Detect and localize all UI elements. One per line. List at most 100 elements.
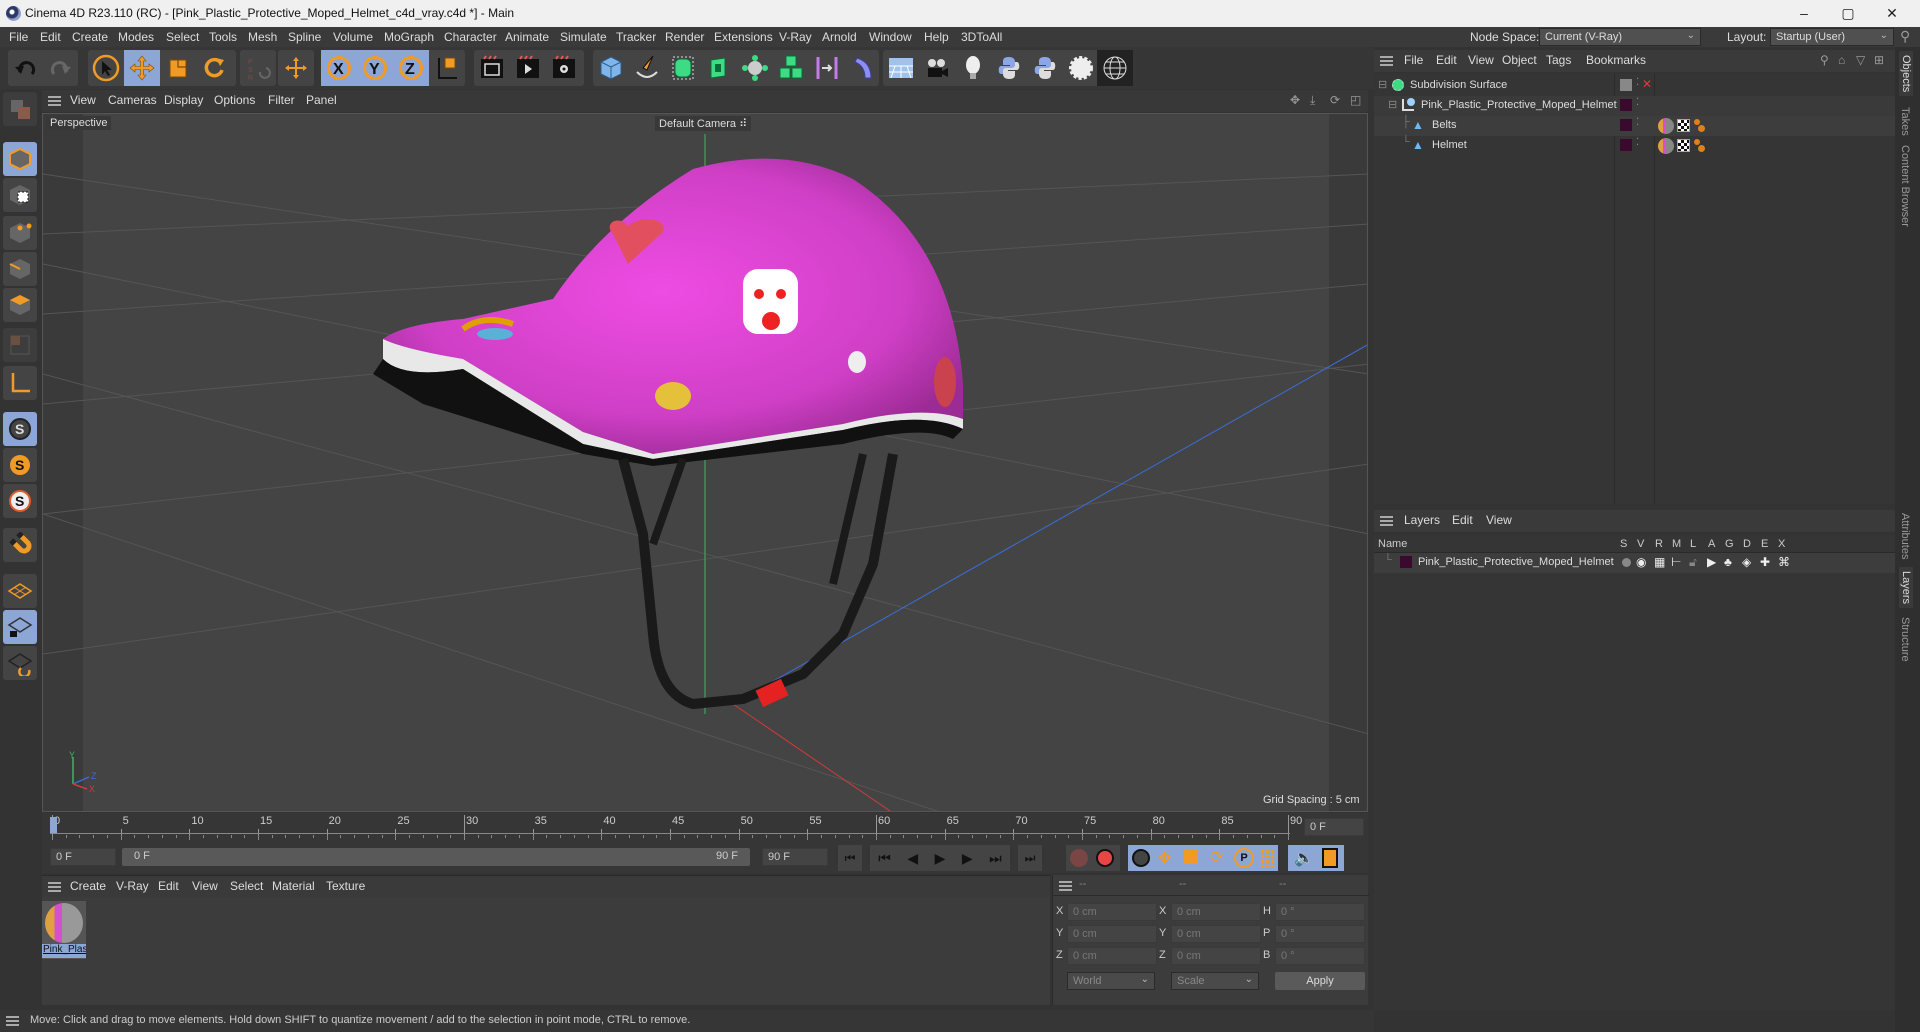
edit-toggle-icon[interactable] <box>1620 79 1632 91</box>
layers-menu-icon[interactable] <box>1380 516 1393 526</box>
lock-icon[interactable]: 🔓︎ <box>1689 555 1697 570</box>
3d-viewport[interactable]: Perspective Default Camera ⠾ Grid Spacin… <box>42 113 1368 812</box>
search-icon[interactable]: ⚲ <box>1900 28 1910 45</box>
material-menu-texture[interactable]: Texture <box>326 879 365 893</box>
texture-mode-button[interactable] <box>3 178 37 212</box>
layer-color-swatch[interactable] <box>1620 139 1632 151</box>
tree-row-helmet-group[interactable]: ⊟ Pink_Plastic_Protective_Moped_Helmet ⁚ <box>1374 96 1895 116</box>
material-tag-icon[interactable] <box>1658 118 1674 134</box>
pen-button[interactable] <box>629 50 665 86</box>
xref-icon[interactable]: ⌘ <box>1778 555 1790 569</box>
material-name[interactable]: Pink_Plas <box>42 944 86 958</box>
solo-hierarchy-button[interactable]: S <box>3 484 37 518</box>
layer-color-swatch[interactable] <box>1620 119 1632 131</box>
axis-mode-button[interactable] <box>3 366 37 400</box>
python-button-2[interactable] <box>1027 50 1063 86</box>
pos-z-field[interactable]: 0 cm <box>1067 947 1157 965</box>
subdivision-surface-button[interactable] <box>665 50 701 86</box>
mograph-array-button[interactable] <box>773 50 809 86</box>
key-scale-button[interactable] <box>1184 850 1198 864</box>
menu-mesh[interactable]: Mesh <box>248 30 277 44</box>
play-button[interactable]: ▶ <box>935 850 946 867</box>
close-button[interactable]: ✕ <box>1872 3 1912 25</box>
viewport-menu-options[interactable]: Options <box>214 93 255 107</box>
floor-button[interactable] <box>883 50 919 86</box>
cloner-button[interactable] <box>737 50 773 86</box>
tab-attributes[interactable]: Attributes <box>1899 513 1911 559</box>
light-button[interactable] <box>955 50 991 86</box>
collapse-toggle-icon[interactable]: ⊟ <box>1378 78 1387 91</box>
column-xrefs[interactable]: X <box>1778 538 1785 550</box>
tree-row-belts[interactable]: ├ ▲ Belts ⁚ <box>1374 116 1895 136</box>
pos-y-field[interactable]: 0 cm <box>1067 925 1157 943</box>
workplane-button[interactable] <box>3 574 37 608</box>
frame-range-slider[interactable]: 0 F 90 F <box>122 848 750 866</box>
menu-mograph[interactable]: MoGraph <box>384 30 434 44</box>
snap-button[interactable] <box>3 528 37 562</box>
tree-row-helmet[interactable]: └ ▲ Helmet ⁚ <box>1374 136 1895 156</box>
menu-tools[interactable]: Tools <box>209 30 237 44</box>
node-space-dropdown[interactable]: Current (V-Ray) ⌄ <box>1539 28 1701 46</box>
key-parameter-button[interactable]: P <box>1234 848 1254 868</box>
end-frame-field[interactable]: 90 F <box>762 848 828 866</box>
tab-takes[interactable]: Takes <box>1899 107 1911 136</box>
previous-key-button[interactable]: ⏮ <box>878 850 891 867</box>
expression-python-icon[interactable]: ✚ <box>1760 555 1770 569</box>
go-to-start-button[interactable]: ⏮ <box>838 845 862 871</box>
record-keys-button[interactable] <box>1070 849 1088 867</box>
column-render[interactable]: R <box>1655 538 1663 550</box>
start-frame-field[interactable]: 0 F <box>50 848 116 866</box>
objects-search-icon[interactable]: ⚲ <box>1820 53 1829 67</box>
material-tag-icon[interactable] <box>1658 138 1674 154</box>
rotate-tool-button[interactable] <box>196 50 232 86</box>
viewport-menu-panel[interactable]: Panel <box>306 93 337 107</box>
rot-h-field[interactable]: 0 ° <box>1275 903 1365 921</box>
objects-menu-bookmarks[interactable]: Bookmarks <box>1586 53 1646 67</box>
planar-workplane-button[interactable] <box>3 646 37 680</box>
edges-mode-button[interactable] <box>3 252 37 286</box>
layout-dropdown[interactable]: Startup (User) ⌄ <box>1770 28 1894 46</box>
key-mode-button[interactable] <box>1132 849 1150 867</box>
menu-vray[interactable]: V-Ray <box>779 30 812 44</box>
lock-workplane-button[interactable] <box>3 610 37 644</box>
scale-tool-button[interactable] <box>160 50 196 86</box>
tab-structure[interactable]: Structure <box>1899 617 1911 662</box>
status-menu-icon[interactable] <box>6 1016 19 1026</box>
live-selection-button[interactable] <box>88 50 124 86</box>
rot-b-field[interactable]: 0 ° <box>1275 947 1365 965</box>
generator-icon[interactable]: ♣ <box>1724 555 1732 569</box>
rotate-view-icon[interactable]: ⟳ <box>1330 93 1340 107</box>
deformer-icon[interactable]: ◈ <box>1742 555 1751 569</box>
visibility-dots-icon[interactable]: ⁚ <box>1636 97 1639 108</box>
make-editable-button[interactable] <box>3 92 37 126</box>
undo-button[interactable] <box>8 50 44 86</box>
menu-render[interactable]: Render <box>665 30 704 44</box>
render-picture-viewer-button[interactable] <box>510 50 546 86</box>
column-deformers[interactable]: D <box>1743 538 1751 550</box>
layers-menu-layers[interactable]: Layers <box>1404 513 1440 527</box>
objects-menu-edit[interactable]: Edit <box>1436 53 1457 67</box>
extrude-button[interactable] <box>701 50 737 86</box>
menu-animate[interactable]: Animate <box>505 30 549 44</box>
current-frame-field[interactable]: 0 F <box>1304 818 1364 836</box>
menu-volume[interactable]: Volume <box>333 30 373 44</box>
tab-objects[interactable]: Objects <box>1899 51 1913 97</box>
menu-edit[interactable]: Edit <box>40 30 61 44</box>
menu-modes[interactable]: Modes <box>118 30 154 44</box>
collapse-toggle-icon[interactable]: ⊟ <box>1388 98 1397 111</box>
material-menu-icon[interactable] <box>48 882 61 892</box>
uvw-tag-icon[interactable] <box>1677 139 1690 152</box>
size-mode-select[interactable]: Scale ⌄ <box>1171 972 1259 990</box>
film-strip-icon[interactable] <box>1322 848 1338 868</box>
layer-color-swatch[interactable] <box>1620 99 1632 111</box>
material-menu-view[interactable]: View <box>192 879 218 893</box>
menu-arnold[interactable]: Arnold <box>822 30 857 44</box>
model-mode-button[interactable] <box>3 142 37 176</box>
manager-hierarchy-icon[interactable]: ⊢ <box>1671 555 1681 569</box>
visibility-dots-icon[interactable]: ⁚ <box>1636 137 1639 148</box>
visibility-dots-icon[interactable]: ⁚ <box>1636 117 1639 128</box>
y-axis-button[interactable]: Y <box>357 50 393 86</box>
vray-tag-icon[interactable] <box>1694 119 1700 125</box>
tab-layers[interactable]: Layers <box>1899 567 1913 609</box>
menu-3dtoall[interactable]: 3DToAll <box>961 30 1002 44</box>
